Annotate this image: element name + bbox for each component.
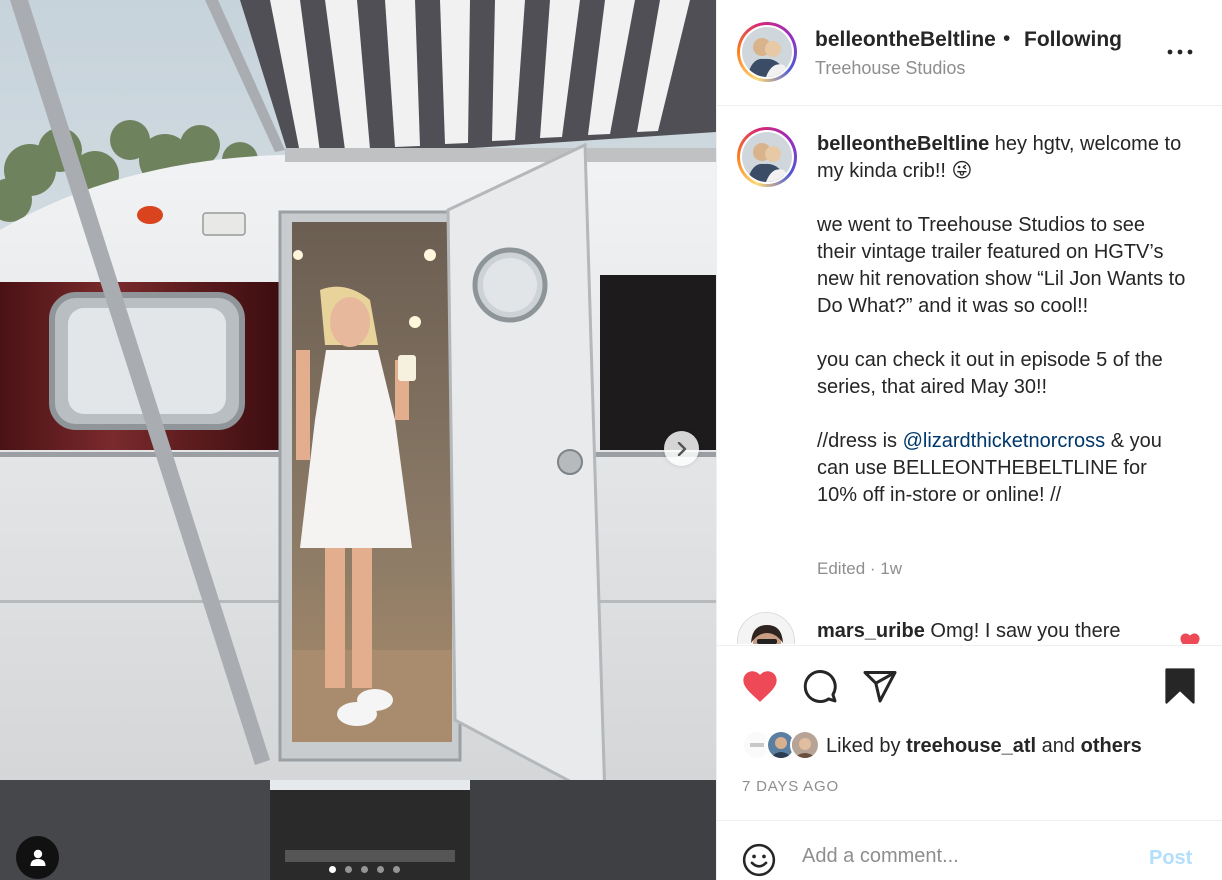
- commenter-username[interactable]: mars_uribe: [817, 620, 925, 642]
- liked-by-prefix: Liked by: [826, 734, 907, 757]
- liker-avatar: [790, 730, 820, 760]
- liked-by-text: Liked by treehouse_atl and others: [826, 735, 1142, 758]
- comment-like-heart-icon[interactable]: [1179, 632, 1201, 644]
- carousel-dot: [377, 866, 384, 873]
- author-avatar[interactable]: [737, 22, 797, 82]
- caption-paragraph: you can check it out in episode 5 of the…: [817, 349, 1163, 398]
- liker-avatars: [742, 730, 820, 762]
- share-send-icon[interactable]: [862, 668, 898, 704]
- follow-separator: •: [1003, 27, 1011, 50]
- post-caption: belleontheBeltline hey hgtv, welcome to …: [817, 131, 1187, 536]
- carousel-dot: [393, 866, 400, 873]
- comments-scroll-area[interactable]: belleontheBeltline hey hgtv, welcome to …: [717, 107, 1222, 644]
- comment-text: mars_uribe Omg! I saw you there: [817, 620, 1120, 643]
- comment-icon[interactable]: [802, 668, 838, 704]
- save-bookmark-icon[interactable]: [1165, 668, 1195, 704]
- caption-text: //dress is: [817, 430, 903, 452]
- next-slide-button[interactable]: [664, 431, 699, 466]
- carousel-dot: [329, 866, 336, 873]
- post-actions: Liked by treehouse_atl and others 7 DAYS…: [717, 645, 1222, 820]
- carousel-dot: [361, 866, 368, 873]
- add-comment-bar: Post: [717, 820, 1222, 880]
- post-dialog: belleontheBeltline • Following Treehouse…: [0, 0, 1222, 880]
- tagged-users-button[interactable]: [16, 836, 59, 879]
- like-heart-icon[interactable]: [741, 668, 779, 704]
- carousel-indicator: [329, 866, 400, 873]
- commenter-avatar[interactable]: [737, 612, 795, 644]
- likes-summary[interactable]: Liked by treehouse_atl and others: [742, 730, 1142, 762]
- avatar-image: [742, 132, 792, 182]
- location-link[interactable]: Treehouse Studios: [815, 58, 965, 79]
- carousel-dot: [345, 866, 352, 873]
- liked-by-others[interactable]: others: [1081, 735, 1142, 757]
- comment-input[interactable]: [802, 841, 1122, 871]
- more-options-icon[interactable]: [1165, 42, 1195, 62]
- caption-username[interactable]: belleontheBeltline: [817, 133, 989, 155]
- liked-by-username[interactable]: treehouse_atl: [906, 735, 1036, 757]
- caption-paragraph: we went to Treehouse Studios to see thei…: [817, 214, 1186, 317]
- caption-author-avatar[interactable]: [737, 127, 797, 187]
- avatar-image: [738, 613, 794, 644]
- post-media[interactable]: [0, 0, 716, 880]
- avatar-image: [792, 732, 818, 758]
- comment-body: Omg! I saw you there: [924, 620, 1121, 642]
- emoji-icon[interactable]: [742, 843, 776, 877]
- chevron-right-icon: [677, 441, 686, 456]
- post-side-panel: belleontheBeltline • Following Treehouse…: [716, 0, 1222, 880]
- author-username[interactable]: belleontheBeltline: [815, 28, 996, 52]
- post-date: 7 DAYS AGO: [742, 778, 839, 795]
- caption-edited-time: Edited · 1w: [817, 559, 903, 578]
- mention-link[interactable]: @lizardthicketnorcross: [903, 430, 1106, 452]
- following-button[interactable]: Following: [1024, 28, 1122, 52]
- post-photo: [0, 0, 716, 880]
- avatar-image: [742, 27, 792, 77]
- user-icon: [30, 849, 45, 866]
- post-header: belleontheBeltline • Following Treehouse…: [717, 0, 1222, 106]
- post-comment-button[interactable]: Post: [1149, 847, 1192, 870]
- liked-by-and: and: [1036, 734, 1081, 757]
